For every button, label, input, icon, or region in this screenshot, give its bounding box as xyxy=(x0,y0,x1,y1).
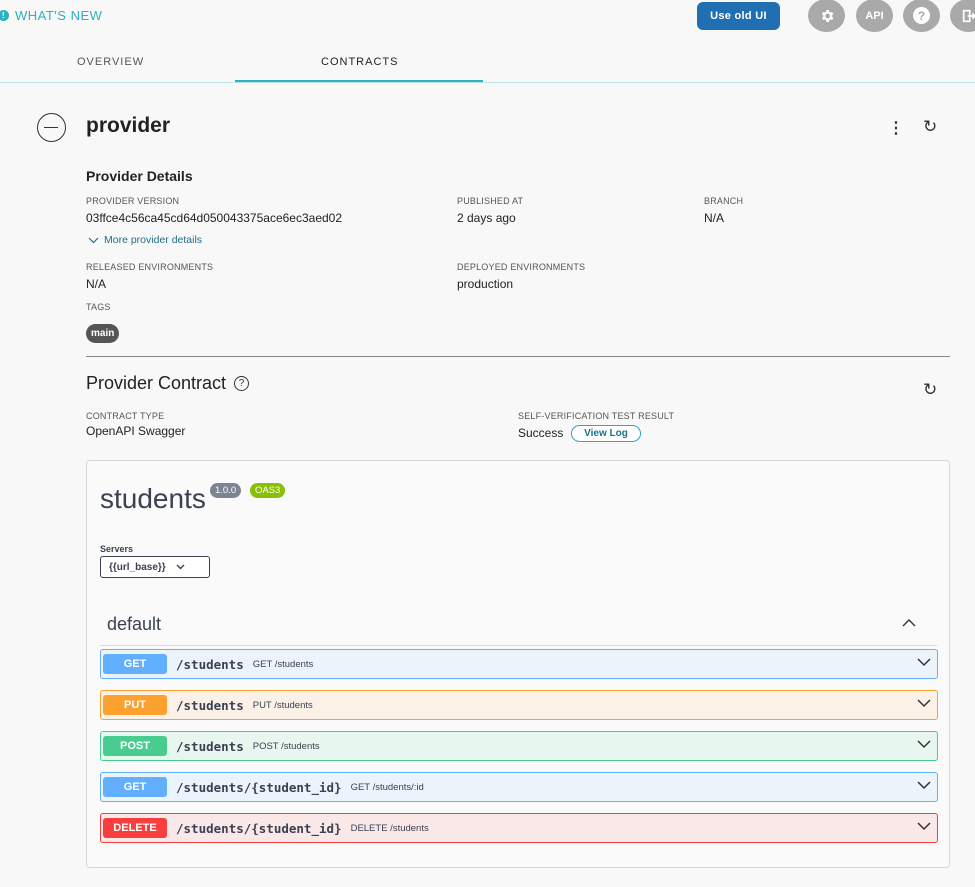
use-old-ui-button[interactable]: Use old UI xyxy=(697,2,780,30)
tab-overview[interactable]: OVERVIEW xyxy=(77,56,144,68)
published-at-value: 2 days ago xyxy=(457,211,516,225)
operation-summary: GET /students/:id xyxy=(350,781,424,793)
provider-contract-title: Provider Contract xyxy=(86,373,227,393)
contract-type-label: CONTRACT TYPE xyxy=(86,411,165,421)
logout-button[interactable] xyxy=(950,0,975,32)
chevron-down-icon[interactable] xyxy=(917,737,931,751)
active-tab-indicator xyxy=(235,80,483,82)
help-button[interactable]: ? xyxy=(903,0,940,32)
api-button[interactable]: API xyxy=(856,0,893,32)
branch-value: N/A xyxy=(704,211,725,225)
operation-row[interactable]: POST /students POST /students xyxy=(100,731,938,761)
minus-circle-icon[interactable] xyxy=(37,113,66,142)
oas-badge: OAS3 xyxy=(250,483,286,498)
operation-path: /students xyxy=(176,738,244,754)
chevron-down-icon[interactable] xyxy=(917,655,931,669)
tags-label: TAGS xyxy=(86,302,111,312)
operation-summary: GET /students xyxy=(252,658,314,670)
chevron-down-icon[interactable] xyxy=(917,696,931,710)
operation-path: /students/{student_id} xyxy=(176,779,342,795)
contract-refresh-icon[interactable]: ↻ xyxy=(923,380,937,400)
self-verification-value: Success xyxy=(518,426,564,440)
deployed-environments-label: DEPLOYED ENVIRONMENTS xyxy=(457,262,586,272)
operation-summary: PUT /students xyxy=(252,699,313,711)
logout-icon xyxy=(962,9,975,22)
released-environments-value: N/A xyxy=(86,277,107,291)
section-divider xyxy=(100,645,937,646)
settings-button[interactable] xyxy=(808,0,845,32)
operation-path: /students/{student_id} xyxy=(176,820,342,836)
swagger-panel: students 1.0.0 OAS3 Servers {{url_base}}… xyxy=(86,460,950,868)
tag-badge: main xyxy=(86,324,120,343)
provider-contract-heading: Provider Contract ? xyxy=(86,373,250,394)
contract-type-value: OpenAPI Swagger xyxy=(86,424,186,438)
more-provider-details-link[interactable]: More provider details xyxy=(88,234,202,246)
whats-new-label: WHAT'S NEW xyxy=(15,8,103,23)
refresh-icon[interactable]: ↻ xyxy=(923,117,937,137)
help-icon: ? xyxy=(913,7,930,24)
chevron-down-icon xyxy=(176,564,185,570)
whats-new-link[interactable]: ! WHAT'S NEW xyxy=(0,8,102,23)
operation-summary: POST /students xyxy=(252,740,320,752)
servers-select[interactable]: {{url_base}} xyxy=(100,556,210,578)
question-circle-icon[interactable]: ? xyxy=(234,376,250,391)
operation-row[interactable]: PUT /students PUT /students xyxy=(100,690,938,720)
operation-row[interactable]: GET /students GET /students xyxy=(100,649,938,679)
provider-details-heading: Provider Details xyxy=(86,168,193,184)
api-title: students xyxy=(100,483,206,514)
chevron-down-icon[interactable] xyxy=(917,819,931,833)
gear-icon xyxy=(821,9,833,22)
alert-icon: ! xyxy=(0,10,9,21)
view-log-button[interactable]: View Log xyxy=(571,425,641,442)
servers-label: Servers xyxy=(100,544,134,554)
operation-path: /students xyxy=(176,697,244,713)
branch-label: BRANCH xyxy=(704,196,744,206)
chevron-up-icon[interactable] xyxy=(902,614,916,630)
operation-row[interactable]: DELETE /students/{student_id} DELETE /st… xyxy=(100,813,938,843)
provider-title: provider xyxy=(86,114,171,137)
provider-version-value: 03ffce4c56ca45cd64d050043375ace6ec3aed02 xyxy=(86,211,343,225)
method-badge: PUT xyxy=(103,695,167,715)
self-verification-label: SELF-VERIFICATION TEST RESULT xyxy=(518,411,675,421)
chevron-down-icon xyxy=(88,237,99,243)
deployed-environments-value: production xyxy=(457,277,514,291)
section-divider xyxy=(86,356,950,357)
published-at-label: PUBLISHED AT xyxy=(457,196,524,206)
provider-version-label: PROVIDER VERSION xyxy=(86,196,180,206)
version-badge: 1.0.0 xyxy=(210,483,242,498)
operation-path: /students xyxy=(176,656,244,672)
operation-row[interactable]: GET /students/{student_id} GET /students… xyxy=(100,772,938,802)
method-badge: GET xyxy=(103,777,167,797)
servers-selected-value: {{url_base}} xyxy=(109,561,166,573)
method-badge: DELETE xyxy=(103,818,167,838)
tab-contracts[interactable]: CONTRACTS xyxy=(321,56,398,68)
kebab-menu-icon[interactable]: ⋮ xyxy=(888,118,904,138)
method-badge: POST xyxy=(103,736,167,756)
released-environments-label: RELEASED ENVIRONMENTS xyxy=(86,262,214,272)
tab-bar: OVERVIEW CONTRACTS xyxy=(0,52,975,83)
chevron-down-icon[interactable] xyxy=(917,778,931,792)
top-bar: ! WHAT'S NEW Use old UI API ? xyxy=(0,0,975,32)
operation-summary: DELETE /students xyxy=(350,822,429,834)
method-badge: GET xyxy=(103,654,167,674)
more-provider-details-label: More provider details xyxy=(104,234,203,246)
section-default-title[interactable]: default xyxy=(107,614,161,635)
